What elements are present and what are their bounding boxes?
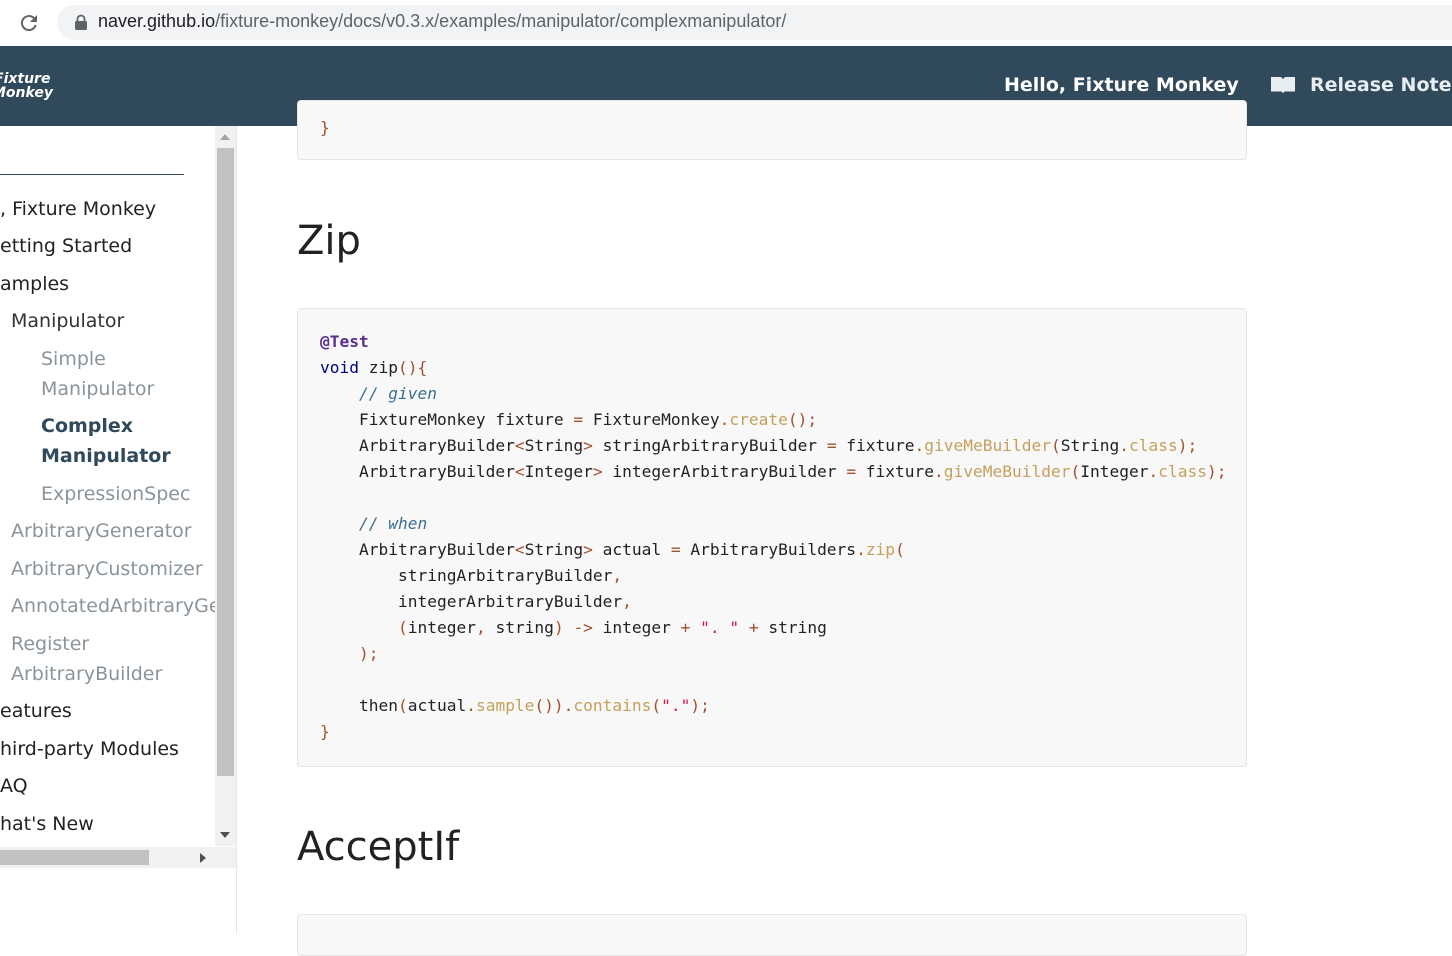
sidebar-item-expressionspec[interactable]: ExpressionSpec [41, 479, 190, 509]
sidebar-item-examples[interactable]: amples [0, 269, 69, 299]
sidebar-item-arbitrarycustomizer[interactable]: ArbitraryCustomizer [11, 554, 203, 584]
release-notes-label: Release Notes [1310, 74, 1452, 96]
sidebar-item-simple-manipulator-2[interactable]: Manipulator [41, 374, 154, 404]
url-text[interactable]: naver.github.io/fixture-monkey/docs/v0.3… [98, 11, 786, 32]
sidebar-item-complex-manipulator-1[interactable]: Complex [41, 411, 133, 441]
code-line: then(actual.sample()).contains("."); [320, 696, 710, 715]
code-line: ArbitraryBuilder<String> stringArbitrary… [320, 436, 1198, 455]
code-block-previous: } [297, 100, 1247, 160]
url-path: /fixture-monkey/docs/v0.3.x/examples/man… [215, 11, 787, 31]
nav-hello-fixture-monkey[interactable]: Hello, Fixture Monkey [1004, 74, 1239, 96]
sidebar-vertical-scroll-thumb[interactable] [217, 148, 234, 776]
sidebar-divider [0, 174, 184, 175]
sidebar-item-whats-new[interactable]: hat's New [0, 809, 94, 839]
code-block-acceptif [297, 914, 1247, 956]
sidebar-item-faq[interactable]: AQ [0, 771, 28, 801]
code-line: ArbitraryBuilder<String> actual = Arbitr… [320, 540, 905, 559]
code-line: ArbitraryBuilder<Integer> integerArbitra… [320, 462, 1227, 481]
code-line: // when [320, 514, 428, 533]
zip-code: @Test void zip(){ // given FixtureMonkey… [320, 329, 1226, 745]
browser-address-bar: naver.github.io/fixture-monkey/docs/v0.3… [0, 0, 1452, 46]
sidebar-item-simple-manipulator-1[interactable]: Simple [41, 344, 106, 374]
logo-line-2: Monkey [0, 85, 53, 101]
code-block-zip: @Test void zip(){ // given FixtureMonkey… [297, 308, 1247, 767]
sidebar: , Fixture Monkey etting Started amples M… [0, 126, 237, 934]
book-icon [1271, 77, 1295, 94]
code-line: } [320, 722, 330, 741]
url-host: naver.github.io [98, 11, 216, 31]
sidebar-item-hello[interactable]: , Fixture Monkey [0, 194, 156, 224]
heading-zip: Zip [297, 218, 361, 264]
fixture-monkey-logo[interactable]: Fixture Monkey [0, 72, 64, 106]
scroll-down-arrow-icon[interactable] [220, 832, 230, 838]
reload-icon[interactable] [17, 11, 41, 35]
code-line: // given [320, 384, 437, 403]
code-previous-tail: } [320, 118, 330, 137]
lock-icon[interactable] [74, 14, 88, 30]
code-line: (integer, string) -> integer + ". " + st… [397, 618, 827, 637]
code-line: stringArbitraryBuilder, [320, 566, 623, 585]
sidebar-item-manipulator[interactable]: Manipulator [11, 306, 124, 336]
code-line: integerArbitraryBuilder, [320, 592, 632, 611]
heading-acceptif: AcceptIf [297, 824, 460, 870]
sidebar-horizontal-scroll-thumb[interactable] [0, 850, 149, 865]
sidebar-item-annotatedarbitrarygenerator[interactable]: AnnotatedArbitraryGen [11, 591, 233, 621]
sidebar-item-third-party-modules[interactable]: hird-party Modules [0, 734, 179, 764]
sidebar-item-register-arbitrarybuilder-1[interactable]: Register [11, 629, 89, 659]
sidebar-item-getting-started[interactable]: etting Started [0, 231, 132, 261]
code-line: @Test [320, 332, 369, 351]
scroll-right-arrow-icon[interactable] [200, 853, 206, 863]
scroll-up-arrow-icon[interactable] [220, 134, 230, 140]
code-line: FixtureMonkey fixture = FixtureMonkey.cr… [320, 410, 818, 429]
sidebar-item-features[interactable]: eatures [0, 696, 72, 726]
sidebar-item-register-arbitrarybuilder-2[interactable]: ArbitraryBuilder [11, 659, 162, 689]
code-line: ); [358, 644, 379, 663]
nav-release-notes[interactable]: Release Notes [1270, 74, 1452, 96]
sidebar-item-arbitrarygenerator[interactable]: ArbitraryGenerator [11, 516, 192, 546]
sidebar-item-complex-manipulator-2[interactable]: Manipulator [41, 441, 171, 471]
code-line: void zip(){ [320, 358, 428, 377]
logo-line-1: Fixture [0, 71, 51, 87]
